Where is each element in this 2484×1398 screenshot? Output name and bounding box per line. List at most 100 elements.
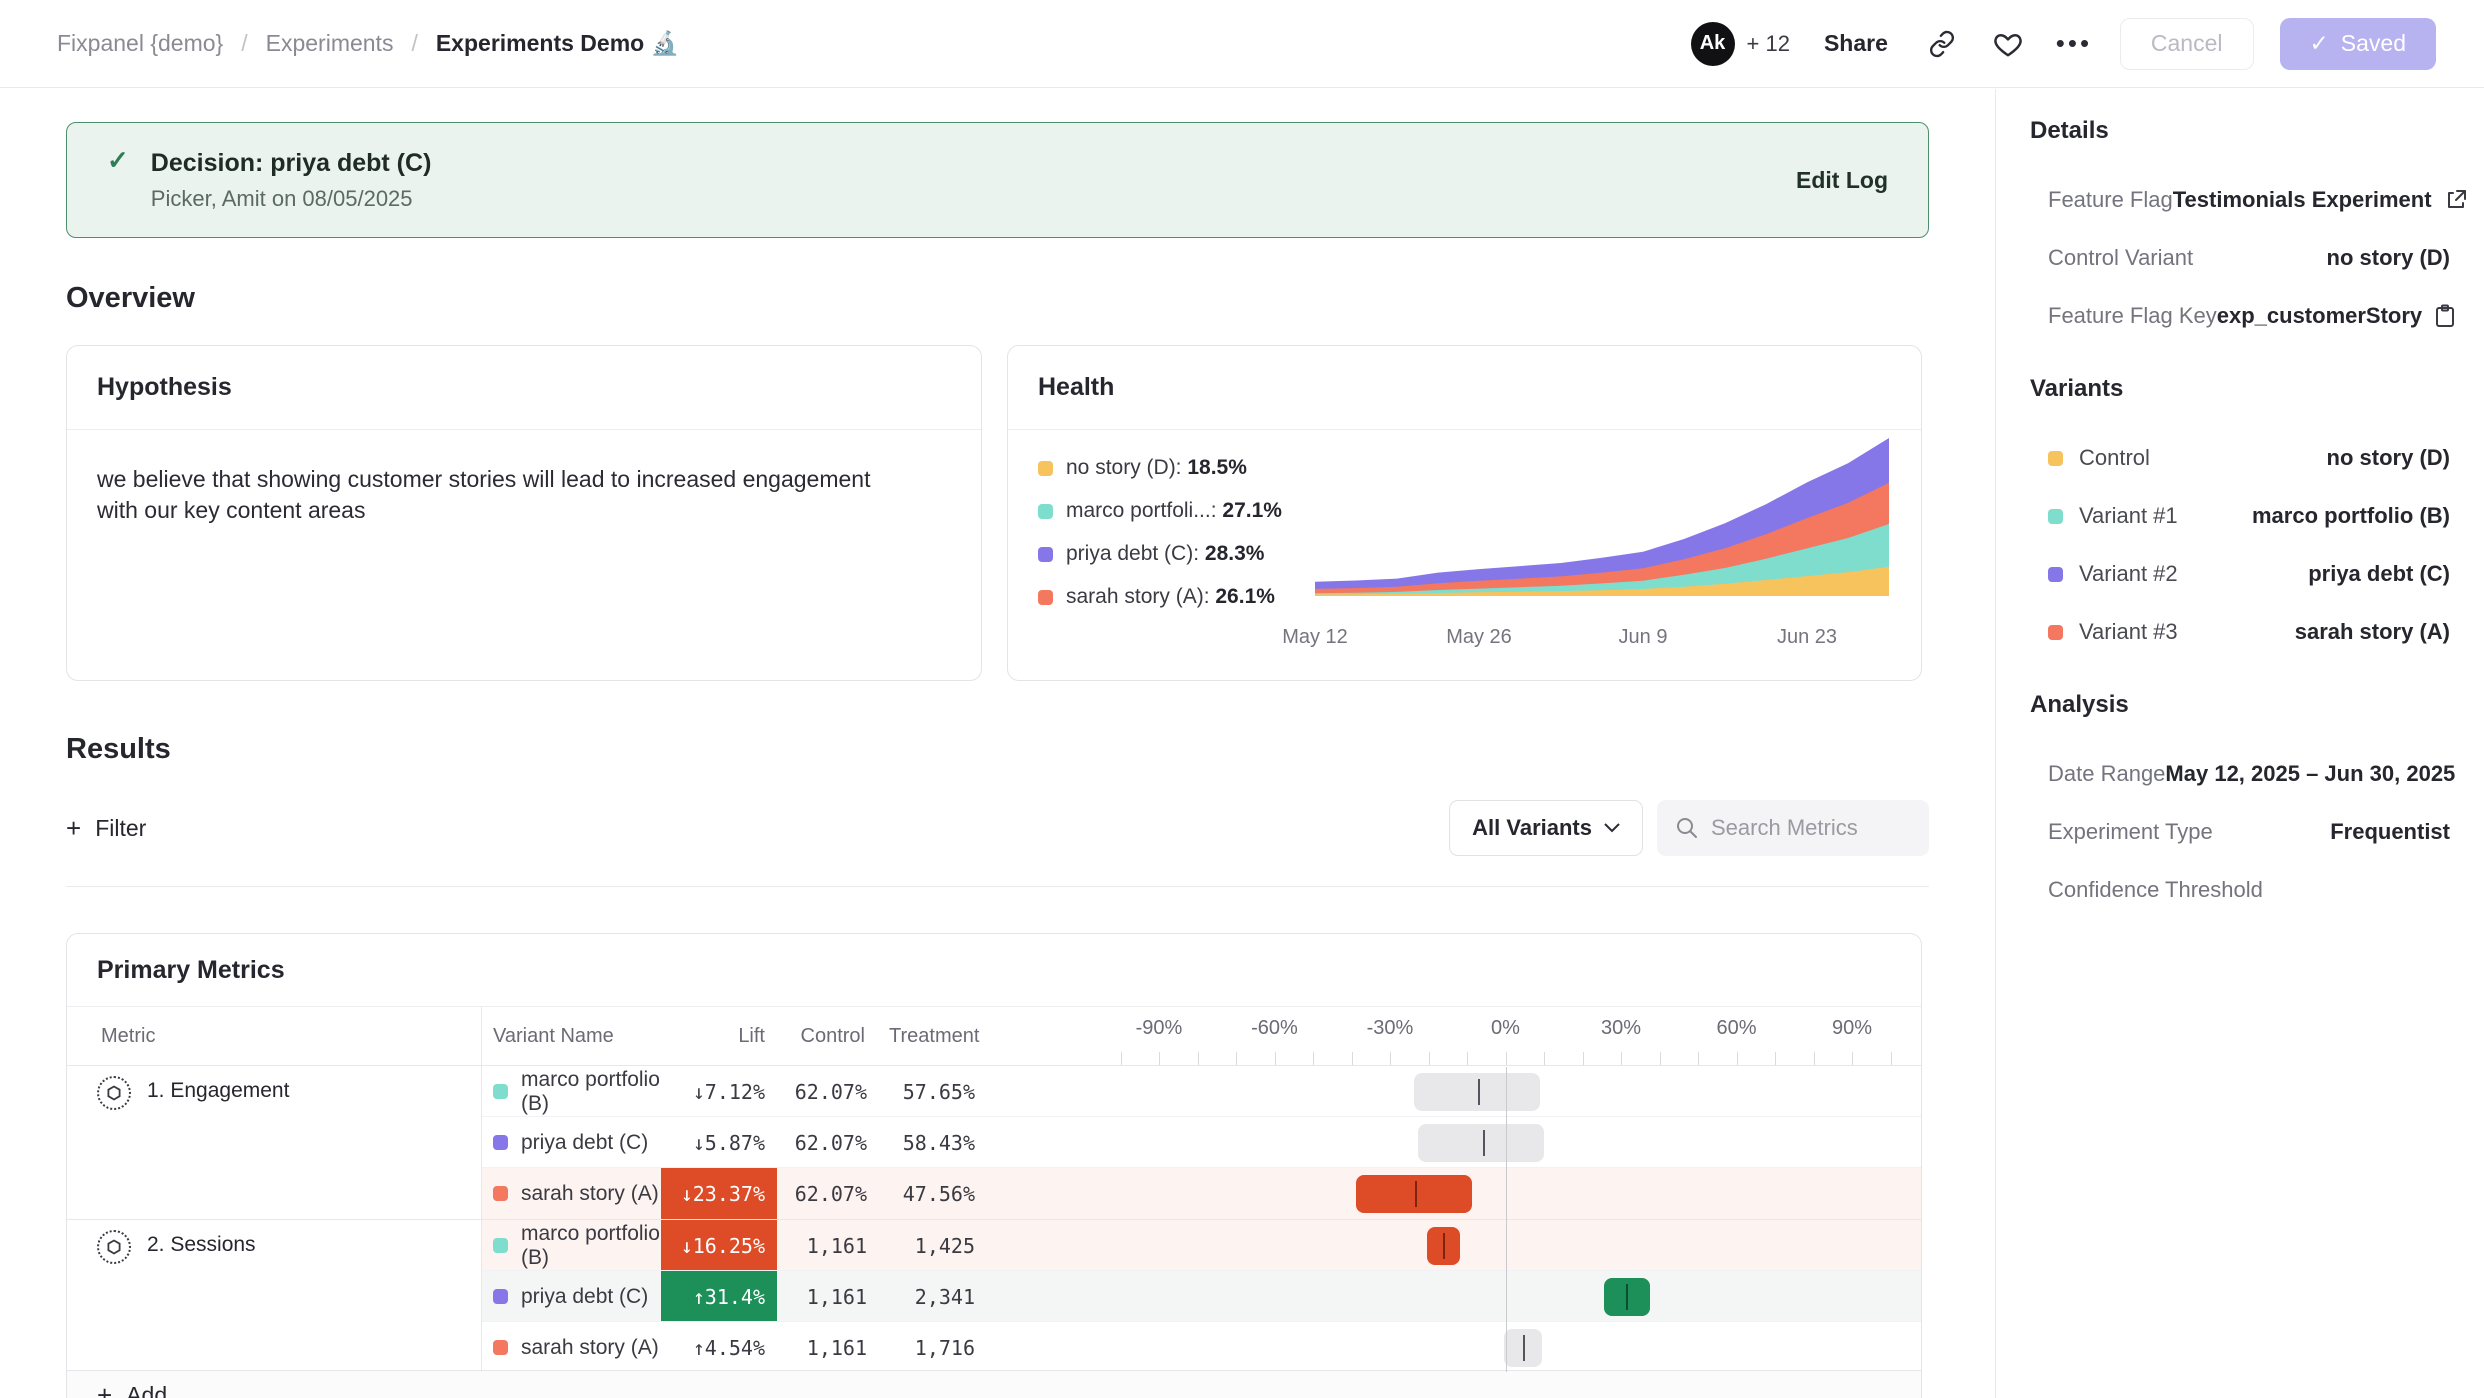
treatment-cell: 1,425: [877, 1220, 985, 1271]
lift-axis-tick: [1198, 1052, 1199, 1065]
add-metric-button[interactable]: + Add: [97, 1380, 167, 1398]
variant-name-cell[interactable]: priya debt (C): [481, 1271, 661, 1322]
analysis-row-date-range: Date Range May 12, 2025 – Jun 30, 2025: [2030, 745, 2450, 803]
copy-link-icon[interactable]: [1922, 24, 1962, 64]
confidence-interval-mid-tick: [1415, 1181, 1417, 1207]
lift-axis-tick: [1852, 1052, 1853, 1065]
legend-item[interactable]: marco portfoli...: 27.1%: [1038, 499, 1282, 523]
confidence-interval-bar[interactable]: [1418, 1124, 1544, 1162]
lift-axis-tick: [1737, 1052, 1738, 1065]
confidence-interval-cell: [985, 1322, 1921, 1373]
lift-cell: ↓16.25%: [661, 1220, 777, 1271]
legend-swatch: [1038, 461, 1053, 476]
legend-item[interactable]: no story (D): 18.5%: [1038, 456, 1282, 480]
variant-name-cell[interactable]: sarah story (A): [481, 1322, 661, 1373]
treatment-cell: 47.56%: [877, 1168, 985, 1219]
lift-axis-label: 30%: [1601, 1017, 1641, 1040]
external-link-icon[interactable]: [2444, 188, 2468, 212]
share-button[interactable]: Share: [1824, 30, 1888, 57]
metric-group: 1. Engagement marco portfolio (B)↓7.12%6…: [67, 1066, 1921, 1220]
confidence-interval-bar[interactable]: [1356, 1175, 1472, 1213]
topbar-actions: Ak + 12 Share ••• Cancel ✓ Saved: [1691, 18, 2436, 70]
lift-axis-tick: [1159, 1052, 1160, 1065]
variant-row: Variant #1 marco portfolio (B): [2030, 487, 2450, 545]
variants-section: Variants Control no story (D) Variant #1…: [2030, 375, 2450, 661]
column-control: Control: [777, 1025, 877, 1048]
x-axis-tick-label: May 26: [1446, 626, 1512, 649]
avatar[interactable]: Ak: [1691, 22, 1735, 66]
metric-goal-icon: [97, 1230, 131, 1264]
lift-axis-tick: [1236, 1052, 1237, 1065]
lift-axis-label: 90%: [1832, 1017, 1872, 1040]
hypothesis-title: Hypothesis: [67, 346, 981, 430]
confidence-interval-cell: [985, 1271, 1921, 1322]
treatment-cell: 57.65%: [877, 1066, 985, 1117]
favorite-icon[interactable]: [1988, 24, 2028, 64]
lift-cell: ↓5.87%: [661, 1117, 777, 1168]
x-axis-tick-label: Jun 9: [1619, 626, 1668, 649]
treatment-cell: 2,341: [877, 1271, 985, 1322]
column-treatment: Treatment: [877, 1025, 985, 1048]
metric-goal-icon: [97, 1076, 131, 1110]
metric-name: 1. Engagement: [147, 1076, 289, 1103]
legend-item[interactable]: priya debt (C): 28.3%: [1038, 542, 1282, 566]
confidence-interval-bar[interactable]: [1414, 1073, 1540, 1111]
more-options-button[interactable]: •••: [2054, 24, 2094, 64]
control-cell: 62.07%: [777, 1066, 877, 1117]
analysis-row-confidence-threshold: Confidence Threshold: [2030, 861, 2450, 919]
search-icon: [1675, 816, 1699, 840]
results-divider: [66, 886, 1929, 887]
lift-cell: ↑31.4%: [661, 1271, 777, 1322]
variant-name-cell[interactable]: marco portfolio (B): [481, 1066, 661, 1117]
breadcrumb-experiments[interactable]: Experiments: [266, 30, 394, 57]
lift-cell: ↓23.37%: [661, 1168, 777, 1219]
variant-row: Control no story (D): [2030, 429, 2450, 487]
variant-row: Variant #2 priya debt (C): [2030, 545, 2450, 603]
lift-axis-tick: [1506, 1052, 1507, 1065]
details-section: Details Feature Flag Testimonials Experi…: [2030, 117, 2450, 345]
legend-swatch: [1038, 590, 1053, 605]
variant-swatch: [2048, 451, 2063, 466]
edit-log-button[interactable]: Edit Log: [1796, 167, 1888, 194]
metric-cell[interactable]: 2. Sessions: [67, 1220, 481, 1373]
variant-swatch: [493, 1340, 508, 1355]
lift-axis-tick: [1814, 1052, 1815, 1065]
collaborators-count[interactable]: + 12: [1747, 31, 1790, 57]
treatment-cell: 58.43%: [877, 1117, 985, 1168]
hypothesis-body[interactable]: we believe that showing customer stories…: [67, 430, 937, 560]
primary-metrics-card: Primary Metrics Metric Variant Name Lift…: [66, 933, 1922, 1398]
copy-icon[interactable]: [2434, 304, 2456, 328]
confidence-interval-mid-tick: [1443, 1233, 1445, 1259]
overview-heading: Overview: [66, 282, 1929, 315]
metrics-table-body: 1. Engagement marco portfolio (B)↓7.12%6…: [67, 1066, 1921, 1373]
confidence-interval-mid-tick: [1483, 1130, 1485, 1156]
lift-axis-tick: [1275, 1052, 1276, 1065]
legend-item[interactable]: sarah story (A): 26.1%: [1038, 585, 1282, 609]
variant-name-cell[interactable]: sarah story (A): [481, 1168, 661, 1219]
breadcrumb-project[interactable]: Fixpanel {demo}: [57, 30, 223, 57]
metric-cell[interactable]: 1. Engagement: [67, 1066, 481, 1219]
health-area-chart: [1311, 430, 1896, 626]
details-sidebar: Details Feature Flag Testimonials Experi…: [1995, 89, 2484, 1398]
plus-icon: +: [97, 1380, 112, 1398]
detail-row-feature-flag-key: Feature Flag Key exp_customerStory: [2030, 287, 2450, 345]
variant-swatch: [2048, 509, 2063, 524]
add-filter-button[interactable]: + Filter: [66, 813, 146, 844]
lift-axis-label: -60%: [1251, 1017, 1298, 1040]
saved-button[interactable]: ✓ Saved: [2280, 18, 2437, 70]
metric-column-divider: [481, 1006, 482, 1372]
main-content: ✓ Decision: priya debt (C) Picker, Amit …: [0, 89, 1995, 1398]
variant-name-cell[interactable]: marco portfolio (B): [481, 1220, 661, 1271]
chevron-down-icon: [1604, 823, 1620, 833]
decision-banner: ✓ Decision: priya debt (C) Picker, Amit …: [66, 122, 1929, 238]
variants-dropdown[interactable]: All Variants: [1449, 800, 1643, 856]
search-metrics-input[interactable]: [1711, 815, 1911, 841]
cancel-button[interactable]: Cancel: [2120, 18, 2254, 70]
x-axis-tick-label: May 12: [1282, 626, 1348, 649]
detail-row-control-variant: Control Variant no story (D): [2030, 229, 2450, 287]
lift-axis-tick: [1891, 1052, 1892, 1065]
variant-swatch: [493, 1238, 508, 1253]
variant-name-cell[interactable]: priya debt (C): [481, 1117, 661, 1168]
lift-cell: ↑4.54%: [661, 1322, 777, 1373]
check-icon: ✓: [107, 145, 129, 176]
